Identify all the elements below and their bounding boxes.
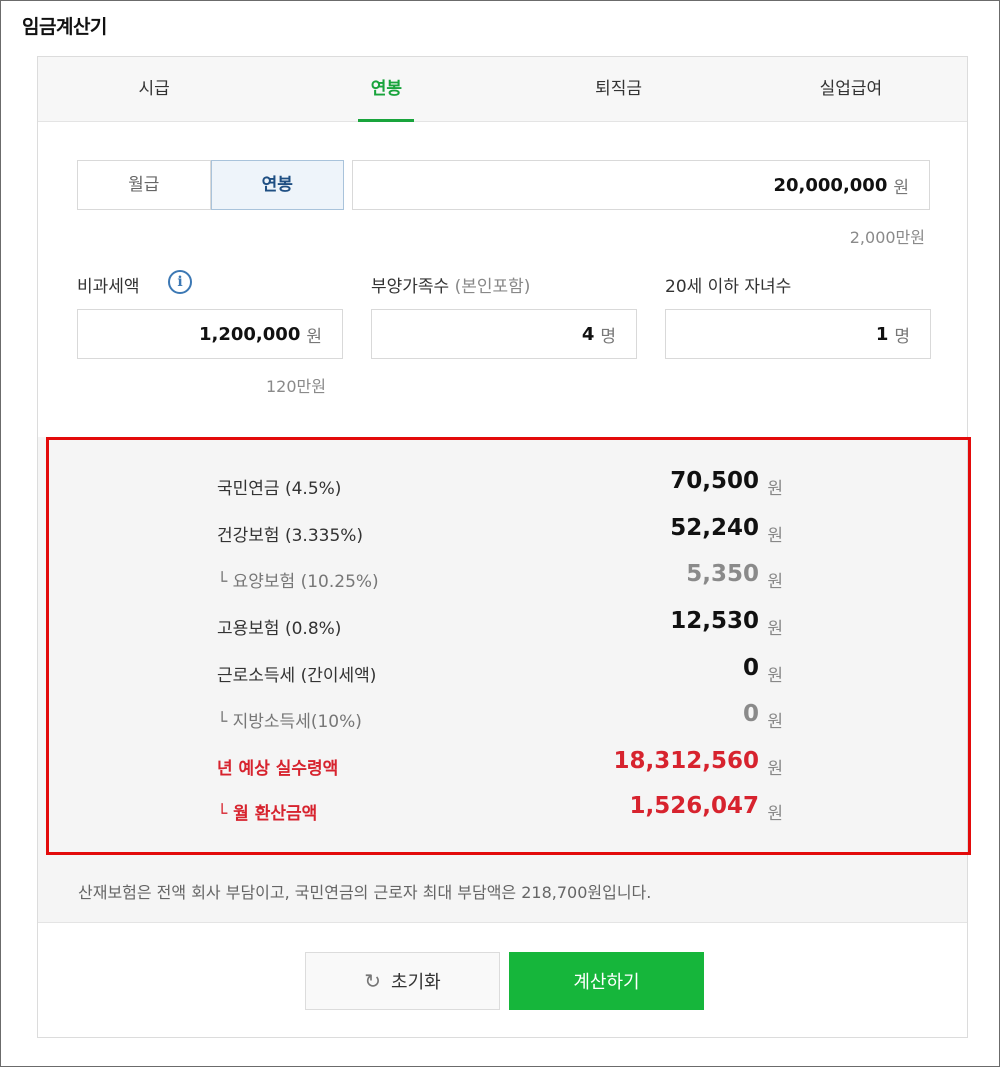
- result-label: └ 지방소득세(10%): [217, 712, 362, 732]
- result-label: └ 요양보험 (10.25%): [217, 572, 379, 592]
- calculator-panel: 시급 연봉 퇴직금 실업급여 월급 연봉 20,000,000 원 2,000만…: [37, 56, 971, 1038]
- annual-toggle-button[interactable]: 연봉: [210, 160, 344, 210]
- salary-value: 20,000,000: [773, 174, 888, 196]
- result-value: 70,500: [670, 468, 759, 494]
- dependents-value: 4: [581, 323, 595, 345]
- monthly-toggle-button[interactable]: 월급: [77, 160, 211, 210]
- result-value: 0: [742, 655, 759, 681]
- result-label: └ 월 환산금액: [217, 804, 318, 824]
- result-value: 18,312,560: [613, 748, 759, 774]
- calculate-button[interactable]: 계산하기: [509, 952, 704, 1010]
- dependents-label: 부양가족수 (본인포함): [371, 272, 530, 297]
- calculate-button-label: 계산하기: [573, 972, 640, 993]
- result-row: 고용보험 (0.8%) 12,530 원: [217, 606, 807, 646]
- result-unit: 원: [767, 619, 783, 639]
- result-row: 국민연금 (4.5%) 70,500 원: [217, 466, 807, 506]
- nontaxable-input[interactable]: 1,200,000 원: [77, 309, 343, 359]
- tab-bar: 시급 연봉 퇴직금 실업급여: [38, 57, 967, 122]
- result-unit: 원: [767, 479, 783, 499]
- app-title: 임금계산기: [22, 16, 107, 38]
- dependents-label-text: 부양가족수: [371, 277, 450, 297]
- reset-button[interactable]: ↻ 초기화: [305, 952, 500, 1010]
- footnote: 산재보험은 전액 회사 부담이고, 국민연금의 근로자 최대 부담액은 218,…: [78, 883, 652, 902]
- salary-hint: 2,000만원: [849, 228, 925, 247]
- result-unit: 원: [767, 712, 783, 732]
- result-unit: 원: [767, 666, 783, 686]
- children-input[interactable]: 1 명: [665, 309, 931, 359]
- result-row-monthly-net: └ 월 환산금액 1,526,047 원: [217, 791, 807, 831]
- nontaxable-unit: 원: [306, 326, 322, 347]
- salary-input[interactable]: 20,000,000 원: [352, 160, 930, 210]
- result-unit: 원: [767, 759, 783, 779]
- children-value: 1: [875, 323, 889, 345]
- nontaxable-value: 1,200,000: [199, 323, 301, 345]
- result-row: └ 요양보험 (10.25%) 5,350 원: [217, 559, 807, 599]
- result-row: 근로소득세 (간이세액) 0 원: [217, 653, 807, 693]
- tab-unemployment[interactable]: 실업급여: [735, 57, 967, 121]
- result-label: 국민연금 (4.5%): [217, 479, 342, 499]
- result-row: └ 지방소득세(10%) 0 원: [217, 699, 807, 739]
- result-value: 12,530: [670, 608, 759, 634]
- info-icon[interactable]: i: [168, 270, 192, 294]
- tab-hourly[interactable]: 시급: [38, 57, 270, 121]
- dependents-sub-label: (본인포함): [454, 277, 531, 297]
- nontaxable-label: 비과세액: [77, 277, 140, 297]
- tab-annual[interactable]: 연봉: [270, 57, 502, 122]
- result-unit: 원: [767, 804, 783, 824]
- result-label: 건강보험 (3.335%): [217, 526, 364, 546]
- salary-unit: 원: [893, 177, 909, 198]
- children-unit: 명: [894, 326, 910, 347]
- result-value: 0: [742, 701, 759, 727]
- children-label: 20세 이하 자녀수: [665, 277, 792, 297]
- refresh-icon: ↻: [364, 969, 382, 993]
- result-unit: 원: [767, 526, 783, 546]
- result-label: 고용보험 (0.8%): [217, 619, 342, 639]
- result-value: 5,350: [686, 561, 759, 587]
- tab-severance[interactable]: 퇴직금: [503, 57, 735, 121]
- dependents-input[interactable]: 4 명: [371, 309, 637, 359]
- result-area: 국민연금 (4.5%) 70,500 원 건강보험 (3.335%) 52,24…: [38, 437, 971, 923]
- result-value: 52,240: [670, 515, 759, 541]
- pay-type-toggle: 월급 연봉: [77, 160, 344, 210]
- result-row-annual-net: 년 예상 실수령액 18,312,560 원: [217, 746, 807, 786]
- result-value: 1,526,047: [629, 793, 760, 819]
- result-unit: 원: [767, 572, 783, 592]
- result-highlight-box: 국민연금 (4.5%) 70,500 원 건강보험 (3.335%) 52,24…: [46, 437, 971, 855]
- nontaxable-hint: 120만원: [266, 377, 326, 396]
- dependents-unit: 명: [600, 326, 616, 347]
- result-label: 년 예상 실수령액: [217, 759, 339, 779]
- reset-button-label: 초기화: [391, 972, 441, 993]
- result-label: 근로소득세 (간이세액): [217, 666, 377, 686]
- result-row: 건강보험 (3.335%) 52,240 원: [217, 513, 807, 553]
